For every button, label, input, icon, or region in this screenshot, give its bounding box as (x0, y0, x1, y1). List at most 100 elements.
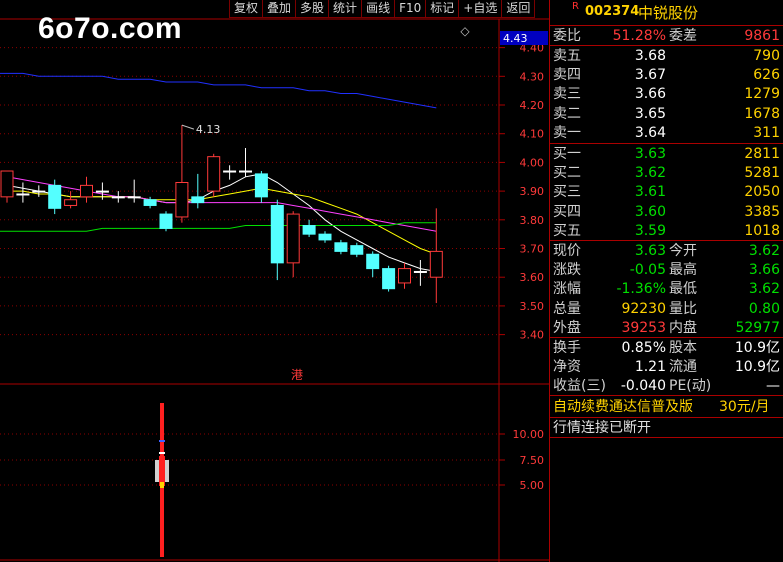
multi-stock-button[interactable]: 多股 (295, 0, 330, 18)
candle-body (429, 250, 443, 278)
candlestick[interactable] (111, 191, 125, 203)
candlestick[interactable] (80, 176, 93, 203)
bid-volume: 2811 (744, 146, 780, 162)
candlestick[interactable] (223, 165, 237, 180)
candlestick[interactable] (366, 251, 380, 278)
candle-body (207, 156, 221, 192)
finance-label: 流通 (669, 359, 697, 375)
stat-label: 涨跌 (553, 262, 581, 279)
candle-body (366, 253, 380, 270)
candlestick[interactable] (0, 170, 14, 203)
candle-body (143, 199, 157, 206)
bid-row[interactable]: 买四 3.60 3385 (550, 203, 783, 221)
candlestick[interactable] (302, 219, 316, 238)
ask-price: 3.66 (634, 86, 666, 103)
bid-volume: 1018 (744, 222, 780, 239)
divider (550, 395, 783, 396)
bid-label: 买一 (553, 146, 581, 162)
candle-body (32, 190, 46, 193)
stat-label: 最低 (669, 281, 697, 298)
bid-price: 3.62 (634, 165, 666, 182)
candlestick[interactable] (286, 211, 300, 278)
finance-value: 10.9亿 (734, 359, 780, 375)
finance-row: 换手 0.85% 股本 10.9亿 (550, 339, 783, 357)
restore-rights-button[interactable]: 复权 (229, 0, 264, 18)
candle-body (191, 196, 205, 204)
promo-text[interactable]: 自动续费通达信普及版 (553, 398, 693, 416)
divider (550, 437, 783, 438)
promo-row[interactable]: 自动续费通达信普及版 30元/月 (550, 398, 783, 416)
f10-button[interactable]: F10 (394, 0, 427, 18)
candle-body (318, 233, 332, 241)
finance-label: 收益(三) (553, 378, 606, 394)
add-watchlist-button[interactable]: +自选 (458, 0, 503, 18)
bid-volume: 2050 (744, 184, 780, 201)
divider (550, 417, 783, 418)
finance-label: 换手 (553, 340, 581, 356)
overlay-button[interactable]: 叠加 (262, 0, 297, 18)
divider (550, 337, 783, 338)
candlestick[interactable] (382, 265, 396, 292)
ask-price: 3.68 (634, 48, 666, 64)
candle-body (111, 196, 125, 199)
ask-row[interactable]: 卖四 3.67 626 (550, 66, 783, 84)
mark-button[interactable]: 标记 (425, 0, 460, 18)
indicator-tick-label: 5.00 (520, 479, 545, 492)
ask-price: 3.67 (634, 67, 666, 84)
candlestick[interactable] (318, 231, 332, 243)
stat-value: -0.05 (629, 262, 666, 279)
ask-row[interactable]: 卖一 3.64 311 (550, 124, 783, 142)
candlestick[interactable] (270, 199, 284, 281)
ask-row[interactable]: 卖三 3.66 1279 (550, 85, 783, 103)
price-tick-label: 4.30 (520, 70, 545, 83)
bid-row[interactable]: 买二 3.62 5281 (550, 164, 783, 182)
stat-value: 52977 (735, 319, 780, 336)
candlestick[interactable] (254, 171, 268, 203)
ask-row[interactable]: 卖二 3.65 1678 (550, 105, 783, 123)
diamond-icon[interactable]: ◇ (460, 24, 470, 38)
chart-area[interactable]: 4.404.304.204.104.003.903.803.703.603.50… (0, 0, 549, 562)
price-tick-label: 4.20 (520, 99, 545, 112)
ask-volume: 311 (753, 124, 780, 141)
back-button[interactable]: 返回 (501, 0, 536, 18)
candlestick[interactable] (127, 179, 141, 203)
price-tick-label: 3.50 (520, 300, 545, 313)
candle-body (16, 193, 30, 196)
quote-panel: R 002374 中锐股份 委比 51.28% 委差 9861 卖五 3.68 79… (549, 0, 783, 562)
finance-value: 1.21 (634, 359, 666, 375)
candlestick[interactable] (350, 242, 364, 258)
candlestick[interactable] (32, 185, 46, 197)
candlestick[interactable] (64, 191, 78, 209)
bid-row[interactable]: 买一 3.63 2811 (550, 145, 783, 163)
connection-status: 行情连接已断开 (553, 420, 651, 436)
finance-row: 收益(三) -0.040 PE(动) — (550, 377, 783, 395)
stat-row: 外盘 39253 内盘 52977 (550, 319, 783, 337)
finance-value: 0.85% (621, 340, 666, 356)
candlestick[interactable] (175, 125, 189, 223)
candlestick[interactable] (413, 259, 427, 286)
candlestick[interactable] (398, 262, 411, 289)
rocket-flame-icon (160, 482, 164, 488)
bid-label: 买五 (553, 222, 581, 239)
stat-value: 0.80 (748, 300, 780, 317)
ask-row[interactable]: 卖五 3.68 790 (550, 47, 783, 65)
draw-line-button[interactable]: 画线 (361, 0, 396, 18)
indicator-bar-marker (159, 452, 165, 454)
candlestick[interactable] (191, 173, 205, 209)
candle-body (302, 225, 316, 235)
stat-value: 92230 (621, 300, 666, 317)
bid-row[interactable]: 买三 3.61 2050 (550, 183, 783, 201)
candle-body (286, 213, 300, 264)
stat-value: 3.62 (748, 243, 780, 259)
candlestick[interactable] (207, 153, 221, 197)
divider (550, 240, 783, 241)
stock-code: 002374 (585, 4, 640, 19)
finance-value: — (766, 378, 780, 394)
candle-body (413, 270, 427, 273)
bid-row[interactable]: 买五 3.59 1018 (550, 222, 783, 240)
candlestick[interactable] (239, 148, 252, 177)
candlestick[interactable] (16, 182, 30, 203)
candlestick[interactable] (159, 211, 173, 232)
candlestick[interactable] (334, 239, 348, 255)
statistics-button[interactable]: 统计 (328, 0, 363, 18)
